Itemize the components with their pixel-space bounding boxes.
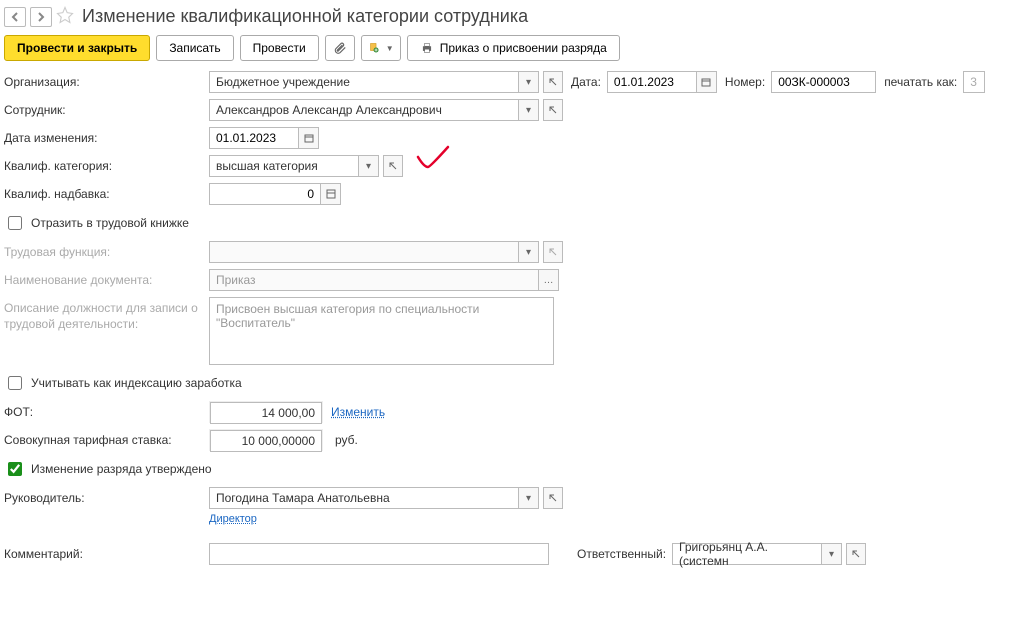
qual-allow-label: Квалиф. надбавка: — [4, 183, 209, 201]
doc-name-label: Наименование документа: — [4, 269, 209, 287]
responsible-label: Ответственный: — [577, 547, 666, 561]
responsible-dropdown-button[interactable]: ▾ — [822, 543, 842, 565]
comment-label: Комментарий: — [4, 543, 209, 561]
org-dropdown-button[interactable]: ▾ — [519, 71, 539, 93]
page-title: Изменение квалификационной категории сот… — [82, 6, 528, 27]
manager-input[interactable]: Погодина Тамара Анатольевна — [209, 487, 519, 509]
comment-input[interactable] — [209, 543, 549, 565]
tariff-rate-unit: руб. — [331, 433, 358, 447]
responsible-open-button[interactable] — [846, 543, 866, 565]
grade-approved-checkbox[interactable] — [8, 462, 22, 476]
nav-back-button[interactable] — [4, 7, 26, 27]
employee-dropdown-button[interactable]: ▾ — [519, 99, 539, 121]
fot-value: 14 000,00 — [210, 402, 322, 424]
fot-change-link[interactable]: Изменить — [331, 405, 385, 419]
favorite-star-icon[interactable] — [56, 6, 74, 27]
qual-allow-calc-button[interactable] — [321, 183, 341, 205]
save-button[interactable]: Записать — [156, 35, 233, 61]
labor-func-label: Трудовая функция: — [4, 241, 209, 259]
labor-book-label: Отразить в трудовой книжке — [31, 216, 189, 230]
change-date-input[interactable] — [209, 127, 299, 149]
doc-date-calendar-button[interactable] — [697, 71, 717, 93]
grade-approved-label: Изменение разряда утверждено — [31, 462, 212, 476]
qual-cat-label: Квалиф. категория: — [4, 155, 209, 173]
tariff-rate-label: Совокупная тарифная ставка: — [4, 429, 209, 447]
labor-book-checkbox[interactable] — [8, 216, 22, 230]
indexation-label: Учитывать как индексацию заработка — [31, 376, 242, 390]
print-as-label: печатать как: — [884, 75, 957, 89]
nav-forward-button[interactable] — [30, 7, 52, 27]
labor-func-open-button — [543, 241, 563, 263]
change-date-calendar-button[interactable] — [299, 127, 319, 149]
manager-open-button[interactable] — [543, 487, 563, 509]
change-date-label: Дата изменения: — [4, 127, 209, 145]
employee-open-button[interactable] — [543, 99, 563, 121]
paperclip-icon — [333, 41, 347, 55]
pos-desc-textarea — [209, 297, 554, 365]
document-plus-icon — [368, 41, 380, 55]
printer-icon — [420, 41, 434, 55]
qual-allow-input[interactable] — [209, 183, 321, 205]
org-open-button[interactable] — [543, 71, 563, 93]
labor-func-dropdown-button: ▾ — [519, 241, 539, 263]
post-and-close-button[interactable]: Провести и закрыть — [4, 35, 150, 61]
fot-label: ФОТ: — [4, 401, 209, 419]
pos-desc-label: Описание должности для записи о трудовой… — [4, 297, 209, 332]
number-label: Номер: — [725, 75, 765, 89]
manager-dropdown-button[interactable]: ▾ — [519, 487, 539, 509]
employee-input[interactable]: Александров Александр Александрович — [209, 99, 519, 121]
doc-name-input: Приказ — [209, 269, 539, 291]
create-from-button[interactable]: ▼ — [361, 35, 401, 61]
indexation-checkbox[interactable] — [8, 376, 22, 390]
doc-name-more-button: … — [539, 269, 559, 291]
org-input[interactable]: Бюджетное учреждение — [209, 71, 519, 93]
qual-cat-dropdown-button[interactable]: ▾ — [359, 155, 379, 177]
labor-func-input — [209, 241, 519, 263]
manager-title-link[interactable]: Директор — [209, 513, 257, 525]
employee-label: Сотрудник: — [4, 99, 209, 117]
qual-cat-input[interactable]: высшая категория — [209, 155, 359, 177]
tariff-rate-value: 10 000,00000 — [210, 430, 322, 452]
date-label: Дата: — [571, 75, 601, 89]
print-as-input[interactable] — [963, 71, 985, 93]
doc-number-input[interactable] — [771, 71, 876, 93]
org-label: Организация: — [4, 71, 209, 89]
qual-cat-open-button[interactable] — [383, 155, 403, 177]
post-button[interactable]: Провести — [240, 35, 319, 61]
responsible-input[interactable]: Григорьянц А.А. (системн — [672, 543, 822, 565]
doc-date-input[interactable] — [607, 71, 697, 93]
manager-label: Руководитель: — [4, 487, 209, 505]
attach-button[interactable] — [325, 35, 355, 61]
print-order-button[interactable]: Приказ о присвоении разряда — [407, 35, 620, 61]
